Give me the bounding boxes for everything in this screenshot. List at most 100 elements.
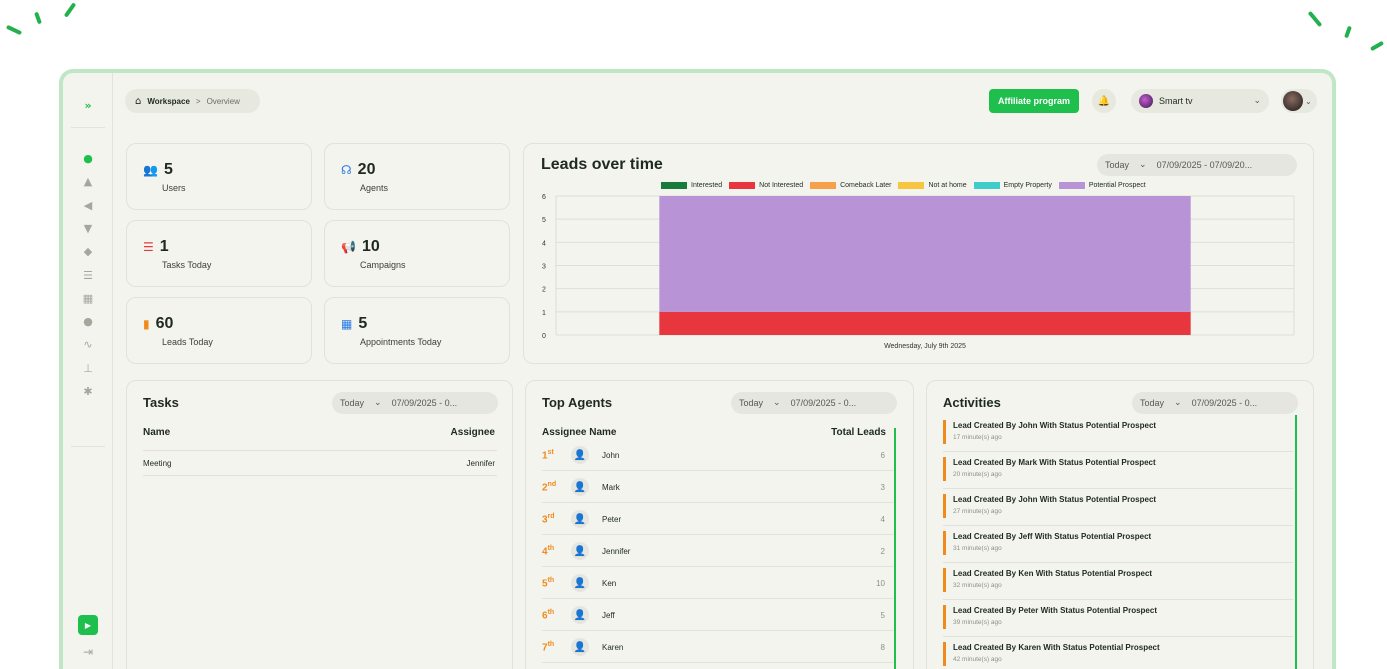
stat-card[interactable]: 👥 5 Users bbox=[126, 143, 312, 210]
youtube-icon[interactable]: ▶ bbox=[78, 615, 98, 635]
tag-icon[interactable]: ◆ bbox=[81, 245, 95, 259]
activity-marker bbox=[943, 420, 946, 444]
agent-name[interactable]: Jennifer bbox=[602, 547, 630, 556]
user-icon: 👤 bbox=[571, 574, 589, 592]
activity-item[interactable]: Lead Created By Jeff With Status Potenti… bbox=[943, 529, 1291, 557]
search-icon[interactable]: ● bbox=[81, 152, 95, 166]
activities-card: Activities Today ⌄ 07/09/2025 - 0... Lea… bbox=[926, 380, 1314, 669]
activity-text: Lead Created By Karen With Status Potent… bbox=[953, 643, 1160, 652]
confetti-decoration bbox=[34, 11, 42, 25]
agent-total-leads: 6 bbox=[880, 451, 885, 460]
rank-suffix: th bbox=[547, 545, 555, 552]
agent-name[interactable]: John bbox=[602, 451, 619, 460]
workspace-selector[interactable]: Smart tv ⌄ bbox=[1131, 89, 1269, 113]
settings-icon[interactable]: ✱ bbox=[81, 385, 95, 399]
campaign-icon[interactable]: ◀ bbox=[81, 199, 95, 213]
breadcrumb-workspace[interactable]: Workspace bbox=[147, 97, 190, 106]
rank-suffix: th bbox=[547, 641, 555, 648]
area-segment-not-interested[interactable] bbox=[659, 311, 1191, 335]
chevron-down-icon: ⌄ bbox=[1305, 96, 1312, 106]
activity-item[interactable]: Lead Created By Peter With Status Potent… bbox=[943, 603, 1291, 631]
divider bbox=[943, 525, 1293, 526]
divider bbox=[542, 470, 894, 471]
agent-name[interactable]: Mark bbox=[602, 483, 620, 492]
route-icon[interactable]: ∿ bbox=[81, 338, 95, 352]
stat-value: 5 bbox=[358, 315, 368, 332]
activity-item[interactable]: Lead Created By Ken With Status Potentia… bbox=[943, 566, 1291, 594]
calendar-icon[interactable]: ▦ bbox=[81, 292, 95, 306]
agent-name[interactable]: Peter bbox=[602, 515, 621, 524]
divider bbox=[542, 598, 894, 599]
chevron-down-icon: ⌄ bbox=[1174, 398, 1182, 408]
agents-date-filter[interactable]: Today ⌄ 07/09/2025 - 0... bbox=[731, 392, 897, 414]
activity-item[interactable]: Lead Created By John With Status Potenti… bbox=[943, 492, 1291, 520]
stat-card[interactable]: ☊ 20 Agents bbox=[324, 143, 510, 210]
tasks-date-filter[interactable]: Today ⌄ 07/09/2025 - 0... bbox=[332, 392, 498, 414]
map-pin-icon[interactable]: ● bbox=[81, 315, 95, 329]
y-tick-label: 5 bbox=[542, 217, 546, 224]
chevron-down-icon: ⌄ bbox=[1253, 96, 1261, 106]
filter-icon[interactable]: ▼ bbox=[81, 222, 95, 236]
agent-rank: 1st bbox=[542, 449, 554, 461]
stat-card[interactable]: ▮ 60 Leads Today bbox=[126, 297, 312, 364]
user-icon: 👤 bbox=[571, 542, 589, 560]
scrollbar[interactable] bbox=[1295, 415, 1297, 669]
workspace-name: Smart tv bbox=[1159, 96, 1193, 106]
stat-card[interactable]: ▦ 5 Appointments Today bbox=[324, 297, 510, 364]
bar-chart-icon: ▮ bbox=[143, 317, 150, 331]
hierarchy-icon[interactable]: ⊥ bbox=[81, 362, 95, 376]
stat-label: Leads Today bbox=[162, 337, 213, 347]
calendar-icon: ▦ bbox=[341, 317, 353, 331]
breadcrumb-separator-icon: > bbox=[195, 96, 201, 106]
activity-text: Lead Created By Peter With Status Potent… bbox=[953, 606, 1157, 615]
divider bbox=[542, 502, 894, 503]
top-agents-title: Top Agents bbox=[542, 395, 613, 410]
agent-name[interactable]: Jeff bbox=[602, 611, 615, 620]
stat-card[interactable]: 📢 10 Campaigns bbox=[324, 220, 510, 287]
stat-label: Users bbox=[162, 183, 186, 193]
divider bbox=[943, 451, 1293, 452]
agent-rank: 4th bbox=[542, 545, 554, 557]
stat-value-row: ▦ 5 bbox=[341, 315, 367, 333]
y-tick-label: 0 bbox=[542, 333, 546, 340]
contacts-icon[interactable]: ▲ bbox=[81, 175, 95, 189]
expand-sidebar-icon[interactable]: » bbox=[81, 99, 95, 113]
stat-card[interactable]: ☰ 1 Tasks Today bbox=[126, 220, 312, 287]
activity-marker bbox=[943, 494, 946, 518]
stat-value: 60 bbox=[155, 315, 174, 332]
activity-marker bbox=[943, 605, 946, 629]
stat-value-row: ▮ 60 bbox=[143, 315, 173, 333]
user-menu[interactable]: ⌄ bbox=[1281, 89, 1317, 113]
stat-label: Agents bbox=[360, 183, 389, 193]
activity-item[interactable]: Lead Created By Karen With Status Potent… bbox=[943, 640, 1291, 668]
divider bbox=[542, 662, 894, 663]
activity-item[interactable]: Lead Created By Mark With Status Potenti… bbox=[943, 455, 1291, 483]
tasks-card: Tasks Today ⌄ 07/09/2025 - 0... Name Ass… bbox=[126, 380, 513, 669]
list-icon[interactable]: ☰ bbox=[81, 269, 95, 283]
task-name[interactable]: Meeting bbox=[143, 459, 171, 468]
y-tick-label: 1 bbox=[542, 310, 546, 317]
period-select[interactable]: Today bbox=[739, 398, 763, 408]
divider bbox=[943, 488, 1293, 489]
area-segment-potential-prospect[interactable] bbox=[659, 196, 1191, 312]
column-header-assignee: Assignee bbox=[450, 427, 495, 438]
activities-date-filter[interactable]: Today ⌄ 07/09/2025 - 0... bbox=[1132, 392, 1298, 414]
period-select[interactable]: Today bbox=[1140, 398, 1164, 408]
activity-item[interactable]: Lead Created By John With Status Potenti… bbox=[943, 418, 1291, 446]
agent-name[interactable]: Karen bbox=[602, 643, 623, 652]
home-icon[interactable]: ⌂ bbox=[135, 96, 141, 107]
agent-name[interactable]: Ken bbox=[602, 579, 616, 588]
affiliate-program-button[interactable]: Affiliate program bbox=[989, 89, 1080, 113]
agent-total-leads: 3 bbox=[880, 483, 885, 492]
period-select[interactable]: Today bbox=[340, 398, 364, 408]
logout-icon[interactable]: ⇥ bbox=[81, 645, 95, 659]
scrollbar[interactable] bbox=[894, 428, 896, 669]
y-tick-label: 2 bbox=[542, 287, 546, 294]
bell-icon[interactable]: 🔔 bbox=[1092, 89, 1116, 113]
activity-timestamp: 20 minute(s) ago bbox=[953, 471, 1002, 478]
stat-value: 5 bbox=[163, 161, 173, 178]
divider bbox=[943, 636, 1293, 637]
activity-timestamp: 27 minute(s) ago bbox=[953, 508, 1002, 515]
user-icon: 👤 bbox=[571, 510, 589, 528]
y-tick-label: 4 bbox=[542, 240, 546, 247]
